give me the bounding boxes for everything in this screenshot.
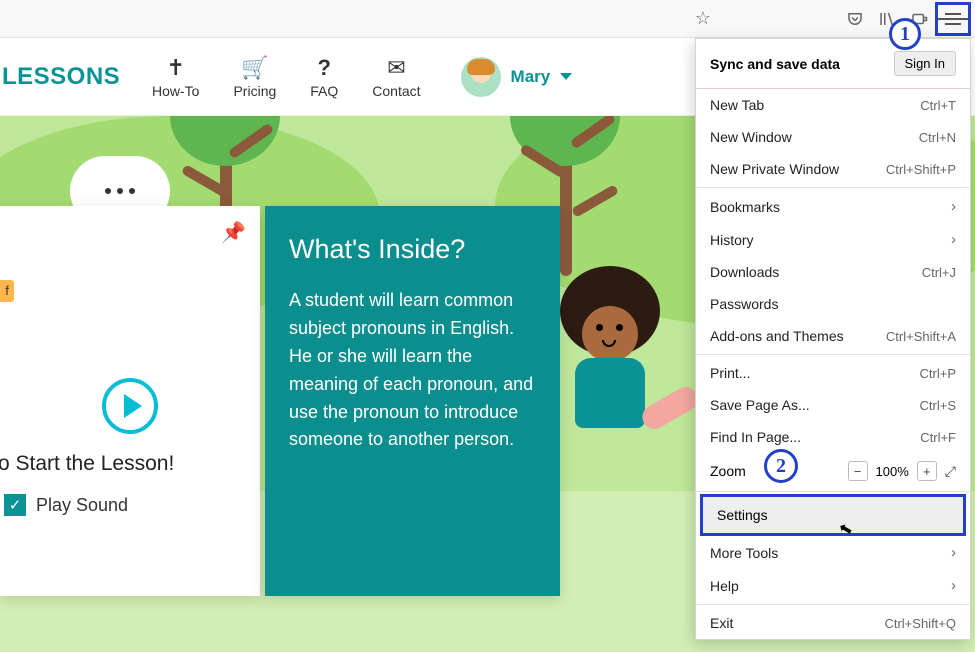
tag-badge: f <box>0 280 14 302</box>
app-menu: Sync and save data Sign In New Tab Ctrl+T… <box>695 38 971 640</box>
menu-exit[interactable]: Exit Ctrl+Shift+Q <box>696 607 970 639</box>
info-text: A student will learn common subject pron… <box>289 287 536 454</box>
menu-item-label: More Tools <box>710 545 778 561</box>
menu-item-label: Save Page As... <box>710 397 810 413</box>
menu-item-hint: Ctrl+Shift+A <box>886 329 956 344</box>
info-title: What's Inside? <box>289 234 536 265</box>
zoom-out-button[interactable]: − <box>848 461 868 481</box>
checkbox-checked-icon: ✓ <box>4 494 26 516</box>
student-illustration <box>560 266 670 446</box>
question-icon: ? <box>318 55 331 81</box>
play-sound-label: Play Sound <box>36 495 128 516</box>
nav-label: FAQ <box>310 83 338 99</box>
menu-item-hint: Ctrl+Shift+Q <box>884 616 956 631</box>
menu-item-label: New Window <box>710 129 792 145</box>
menu-print[interactable]: Print... Ctrl+P <box>696 357 970 389</box>
app-menu-button[interactable] <box>935 2 971 36</box>
chevron-right-icon: › <box>951 577 956 594</box>
menu-item-hint: Ctrl+Shift+P <box>886 162 956 177</box>
menu-item-label: Downloads <box>710 264 779 280</box>
menu-new-private-window[interactable]: New Private Window Ctrl+Shift+P <box>696 153 970 185</box>
avatar-icon <box>461 57 501 97</box>
menu-item-label: New Private Window <box>710 161 839 177</box>
caret-down-icon <box>560 73 572 80</box>
menu-item-label: Exit <box>710 615 733 631</box>
menu-help[interactable]: Help › <box>696 569 970 602</box>
menu-new-window[interactable]: New Window Ctrl+N <box>696 121 970 153</box>
menu-find-in-page[interactable]: Find In Page... Ctrl+F <box>696 421 970 453</box>
menu-downloads[interactable]: Downloads Ctrl+J <box>696 256 970 288</box>
zoom-in-button[interactable]: + <box>917 461 937 481</box>
pin-icon[interactable]: 📌 <box>221 220 246 245</box>
menu-item-label: New Tab <box>710 97 764 113</box>
nav-label: Pricing <box>233 83 276 99</box>
menu-more-tools[interactable]: More Tools › <box>696 536 970 569</box>
menu-sync-row[interactable]: Sync and save data Sign In <box>696 39 970 89</box>
chevron-right-icon: › <box>951 231 956 248</box>
menu-item-label: History <box>710 232 754 248</box>
nav-label: Contact <box>372 83 420 99</box>
play-sound-toggle[interactable]: ✓ Play Sound <box>4 494 244 516</box>
play-button[interactable] <box>102 378 158 434</box>
bookmark-star-icon[interactable]: ☆ <box>695 8 711 29</box>
nav-label: How-To <box>152 83 199 99</box>
menu-item-hint: Ctrl+F <box>920 430 956 445</box>
menu-settings[interactable]: Settings ⬉ <box>700 494 966 536</box>
menu-new-tab[interactable]: New Tab Ctrl+T <box>696 89 970 121</box>
nav-faq[interactable]: ? FAQ <box>310 55 338 99</box>
hamburger-icon <box>945 13 961 25</box>
menu-item-hint: Ctrl+S <box>920 398 956 413</box>
start-lesson-text: o Start the Lesson! <box>0 452 244 476</box>
menu-save-page-as[interactable]: Save Page As... Ctrl+S <box>696 389 970 421</box>
menu-item-label: Passwords <box>710 296 778 312</box>
envelope-icon: ✉ <box>387 55 405 81</box>
pocket-icon[interactable] <box>839 5 871 33</box>
lesson-card: 📌 f o Start the Lesson! ✓ Play Sound <box>0 206 260 596</box>
brand-title[interactable]: LESSONS <box>2 63 102 91</box>
browser-toolbar: ☆ <box>0 0 975 38</box>
menu-item-hint: Ctrl+J <box>922 265 956 280</box>
menu-item-label: Help <box>710 578 739 594</box>
menu-item-label: Add-ons and Themes <box>710 328 844 344</box>
play-icon <box>124 394 142 418</box>
user-menu[interactable]: Mary <box>461 57 573 97</box>
menu-passwords[interactable]: Passwords <box>696 288 970 320</box>
chevron-right-icon: › <box>951 198 956 215</box>
zoom-label: Zoom <box>710 463 746 479</box>
menu-zoom-row: Zoom 2 − 100% + ⤢ <box>696 453 970 489</box>
nav-contact[interactable]: ✉ Contact <box>372 55 420 99</box>
annotation-badge-1: 1 <box>889 18 921 50</box>
nav-howto[interactable]: ✝ How-To <box>152 55 199 99</box>
nav-pricing[interactable]: 🛒 Pricing <box>233 55 276 99</box>
menu-item-label: Bookmarks <box>710 199 780 215</box>
menu-item-label: Find In Page... <box>710 429 801 445</box>
info-card: What's Inside? A student will learn comm… <box>265 206 560 596</box>
annotation-badge-2: 2 <box>764 449 798 483</box>
cross-icon: ✝ <box>167 55 185 81</box>
menu-add-ons-and-themes[interactable]: Add-ons and Themes Ctrl+Shift+A <box>696 320 970 352</box>
menu-item-hint: Ctrl+N <box>919 130 956 145</box>
user-name: Mary <box>511 67 551 87</box>
menu-bookmarks[interactable]: Bookmarks › <box>696 190 970 223</box>
fullscreen-icon[interactable]: ⤢ <box>945 463 956 480</box>
chevron-right-icon: › <box>951 544 956 561</box>
sign-in-button[interactable]: Sign In <box>894 51 956 76</box>
settings-label: Settings <box>717 507 768 523</box>
menu-item-hint: Ctrl+P <box>920 366 956 381</box>
sync-label: Sync and save data <box>710 56 840 72</box>
zoom-value: 100% <box>876 464 909 479</box>
menu-history[interactable]: History › <box>696 223 970 256</box>
menu-item-hint: Ctrl+T <box>920 98 956 113</box>
menu-item-label: Print... <box>710 365 750 381</box>
cart-icon: 🛒 <box>241 55 268 81</box>
